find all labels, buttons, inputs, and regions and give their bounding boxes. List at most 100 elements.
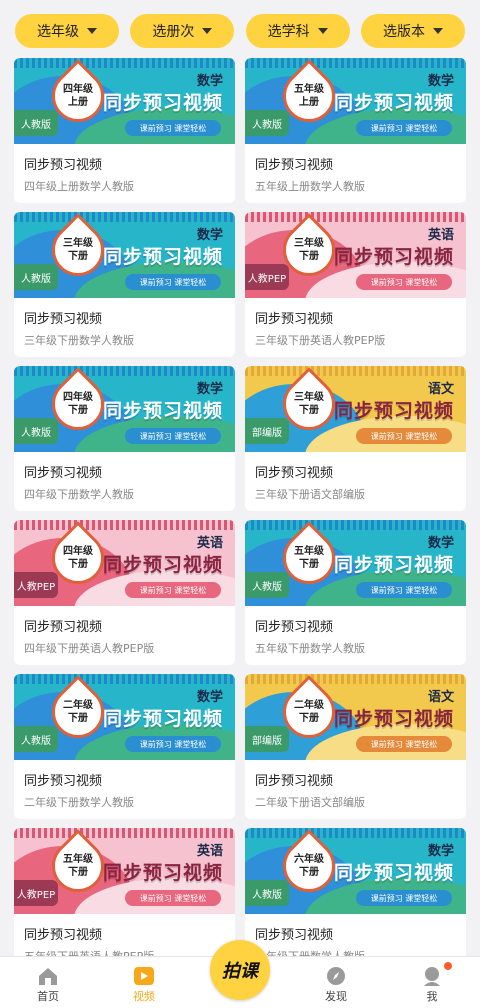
card-subtitle: 三年级下册语文部编版: [255, 488, 365, 501]
filter-subject[interactable]: 选学科: [245, 14, 350, 48]
video-card[interactable]: 人教版 三年级 下册 数学 同步预习视频 课前预习 课堂轻松 同步预习视频 三年…: [14, 212, 235, 357]
subject-label: 数学: [427, 74, 454, 89]
video-card[interactable]: 人教PEP 四年级 下册 英语 同步预习视频 课前预习 课堂轻松 同步预习视频 …: [14, 520, 235, 665]
filter-edition[interactable]: 选版本: [360, 14, 465, 48]
banner-title: 同步预习视频: [102, 92, 223, 114]
term-label: 上册: [299, 97, 319, 108]
subject-label: 英语: [427, 228, 454, 243]
card-subtitle: 三年级下册数学人教版: [24, 334, 134, 347]
video-card[interactable]: 部编版 二年级 下册 语文 同步预习视频 课前预习 课堂轻松 同步预习视频 二年…: [245, 674, 466, 819]
caret-down-icon: [87, 28, 97, 34]
grade-label: 二年级: [63, 700, 93, 711]
subject-label: 语文: [427, 382, 454, 397]
edition-tag: 人教PEP: [14, 572, 58, 598]
banner-title: 同步预习视频: [333, 400, 454, 422]
term-label: 下册: [299, 405, 319, 416]
card-banner: 人教版 三年级 下册 数学 同步预习视频 课前预习 课堂轻松: [14, 212, 235, 298]
edition-tag: 部编版: [245, 726, 289, 752]
video-play-icon: [134, 967, 154, 985]
grade-label: 三年级: [294, 392, 324, 403]
grade-label: 四年级: [63, 546, 93, 557]
card-title: 同步预习视频: [24, 774, 103, 789]
card-title: 同步预习视频: [24, 620, 103, 635]
filter-term-label: 选册次: [152, 24, 195, 40]
nav-discover-label: 发现: [325, 990, 347, 1003]
video-card[interactable]: 人教PEP 三年级 下册 英语 同步预习视频 课前预习 课堂轻松 同步预习视频 …: [245, 212, 466, 357]
filter-grade-label: 选年级: [37, 24, 79, 40]
filter-bar: 选年级 选册次 选学科 选版本: [0, 0, 480, 56]
banner-title: 同步预习视频: [333, 554, 454, 576]
edition-tag: 人教版: [14, 264, 58, 290]
card-banner: 人教PEP 三年级 下册 英语 同步预习视频 课前预习 课堂轻松: [245, 212, 466, 298]
card-banner: 部编版 二年级 下册 语文 同步预习视频 课前预习 课堂轻松: [245, 674, 466, 760]
grade-label: 三年级: [294, 238, 324, 249]
banner-title: 同步预习视频: [333, 92, 454, 114]
edition-tag: 部编版: [245, 418, 289, 444]
term-label: 下册: [68, 713, 88, 724]
banner-slogan: 课前预习 课堂轻松: [125, 582, 221, 598]
card-title: 同步预习视频: [24, 466, 103, 481]
card-banner: 人教版 四年级 上册 数学 同步预习视频 课前预习 课堂轻松: [14, 58, 235, 144]
banner-slogan: 课前预习 课堂轻松: [356, 736, 452, 752]
card-subtitle: 三年级下册英语人教PEP版: [255, 334, 386, 347]
edition-tag: 人教PEP: [14, 880, 58, 906]
edition-tag: 人教版: [245, 880, 289, 906]
card-banner: 人教PEP 五年级 下册 英语 同步预习视频 课前预习 课堂轻松: [14, 828, 235, 914]
grade-label: 五年级: [294, 546, 324, 557]
edition-tag: 人教版: [14, 726, 58, 752]
video-card[interactable]: 人教版 二年级 下册 数学 同步预习视频 课前预习 课堂轻松 同步预习视频 二年…: [14, 674, 235, 819]
term-label: 下册: [68, 251, 88, 262]
video-card[interactable]: 人教版 五年级 上册 数学 同步预习视频 课前预习 课堂轻松 同步预习视频 五年…: [245, 58, 466, 203]
nav-home-label: 首页: [37, 990, 59, 1003]
banner-title: 同步预习视频: [333, 862, 454, 884]
subject-label: 英语: [196, 536, 223, 551]
banner-stripes: [14, 674, 235, 684]
banner-title: 同步预习视频: [333, 246, 454, 268]
card-title: 同步预习视频: [255, 928, 334, 943]
banner-title: 同步预习视频: [102, 246, 223, 268]
edition-tag: 人教版: [245, 572, 289, 598]
nav-video[interactable]: 视频: [104, 966, 184, 1004]
video-card[interactable]: 人教PEP 五年级 下册 英语 同步预习视频 课前预习 课堂轻松 同步预习视频 …: [14, 828, 235, 973]
grade-label: 四年级: [63, 392, 93, 403]
video-grid: 人教版 四年级 上册 数学 同步预习视频 课前预习 课堂轻松 同步预习视频 四年…: [14, 58, 466, 973]
video-card[interactable]: 人教版 四年级 下册 数学 同步预习视频 课前预习 课堂轻松 同步预习视频 四年…: [14, 366, 235, 511]
home-icon: [39, 968, 57, 985]
notification-dot: [444, 962, 452, 970]
banner-slogan: 课前预习 课堂轻松: [125, 890, 221, 906]
nav-me[interactable]: 我: [392, 966, 472, 1004]
card-subtitle: 二年级下册数学人教版: [24, 796, 134, 809]
banner-stripes: [245, 366, 466, 376]
center-capture-button[interactable]: 拍课: [210, 940, 270, 1000]
banner-slogan: 课前预习 课堂轻松: [356, 428, 452, 444]
card-banner: 人教版 四年级 下册 数学 同步预习视频 课前预习 课堂轻松: [14, 366, 235, 452]
grade-label: 六年级: [294, 854, 324, 865]
center-capture-label: 拍课: [222, 961, 258, 982]
video-card[interactable]: 人教版 四年级 上册 数学 同步预习视频 课前预习 课堂轻松 同步预习视频 四年…: [14, 58, 235, 203]
subject-label: 数学: [196, 690, 223, 705]
compass-icon: [327, 967, 345, 985]
banner-slogan: 课前预习 课堂轻松: [356, 890, 452, 906]
filter-term[interactable]: 选册次: [130, 14, 235, 48]
subject-label: 数学: [196, 228, 223, 243]
card-title: 同步预习视频: [255, 466, 334, 481]
video-card[interactable]: 部编版 三年级 下册 语文 同步预习视频 课前预习 课堂轻松 同步预习视频 三年…: [245, 366, 466, 511]
card-title: 同步预习视频: [255, 620, 334, 635]
card-banner: 人教版 五年级 下册 数学 同步预习视频 课前预习 课堂轻松: [245, 520, 466, 606]
subject-label: 数学: [427, 536, 454, 551]
video-card[interactable]: 人教版 六年级 下册 数学 同步预习视频 课前预习 课堂轻松 同步预习视频 六年…: [245, 828, 466, 973]
card-subtitle: 四年级上册数学人教版: [24, 180, 134, 193]
card-title: 同步预习视频: [24, 158, 103, 173]
card-subtitle: 五年级下册数学人教版: [255, 642, 365, 655]
card-subtitle: 五年级上册数学人教版: [255, 180, 365, 193]
card-title: 同步预习视频: [24, 928, 103, 943]
filter-grade[interactable]: 选年级: [15, 14, 119, 48]
nav-discover[interactable]: 发现: [296, 966, 376, 1004]
nav-home[interactable]: 首页: [8, 966, 88, 1004]
card-subtitle: 四年级下册数学人教版: [24, 488, 134, 501]
video-card[interactable]: 人教版 五年级 下册 数学 同步预习视频 课前预习 课堂轻松 同步预习视频 五年…: [245, 520, 466, 665]
banner-slogan: 课前预习 课堂轻松: [125, 120, 221, 136]
filter-subject-label: 选学科: [267, 24, 310, 40]
card-subtitle: 四年级下册英语人教PEP版: [24, 642, 155, 655]
subject-label: 数学: [196, 382, 223, 397]
